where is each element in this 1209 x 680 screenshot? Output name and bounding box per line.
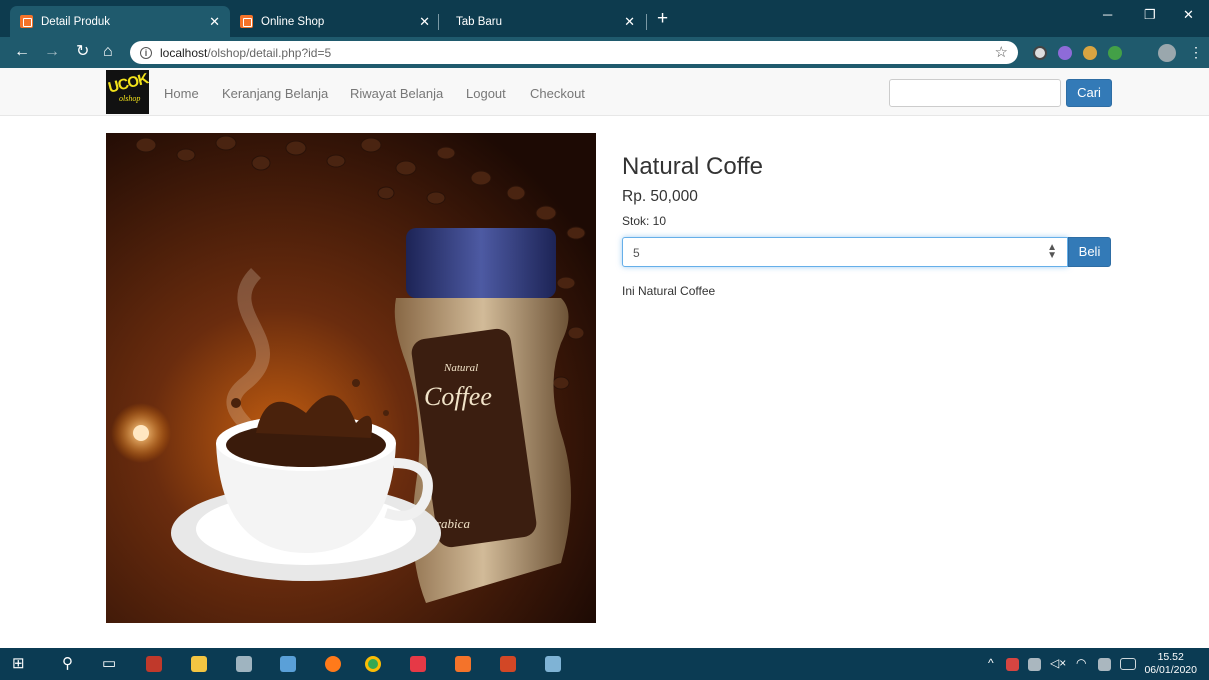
restore-icon[interactable]: ❐ [1144,7,1156,23]
tab-detail-produk[interactable]: Detail Produk ✕ [10,6,230,37]
nav-riwayat-belanja[interactable]: Riwayat Belanja [350,86,443,101]
tab-divider [646,14,647,30]
tab-tab-baru[interactable]: Tab Baru ✕ [440,6,645,37]
bookmark-star-icon[interactable]: ☆ [995,43,1008,61]
task-view-icon[interactable]: ▭ [102,654,116,672]
extension-icon[interactable] [1058,46,1072,60]
product-image: Natural Coffee rabica [106,133,596,623]
tab-title: Online Shop [261,15,325,28]
reload-icon[interactable]: ↻ [76,42,89,62]
app-icon[interactable] [545,656,561,672]
back-icon[interactable]: ← [14,42,30,62]
product-description: Ini Natural Coffee [622,284,716,298]
product-stock: Stok: 10 [622,214,667,228]
app-icon[interactable] [280,656,296,672]
url-host: localhost [160,45,208,60]
tray-app-icon[interactable] [1006,658,1019,671]
firefox-icon[interactable] [325,656,341,672]
buy-button[interactable]: Beli [1068,237,1111,267]
xampp-icon[interactable] [455,656,471,672]
powerpoint-icon[interactable] [500,656,516,672]
app-icon[interactable] [146,656,162,672]
url-path: /olshop/detail.php?id=5 [207,45,332,60]
nav-checkout[interactable]: Checkout [530,86,585,101]
product-title: Natural Coffe [622,153,763,180]
jar-label-top: Natural [443,362,478,374]
new-tab-icon[interactable]: + [657,9,668,29]
spinner-arrows-icon[interactable]: ▲ ▼ [1047,243,1057,261]
extension-icon[interactable] [1108,46,1122,60]
site-navbar: UCOK olshop Home Keranjang Belanja Riway… [0,68,1209,116]
tab-online-shop[interactable]: Online Shop ✕ [230,6,440,37]
close-tab-icon[interactable]: ✕ [624,14,635,30]
site-info-icon[interactable]: i [140,46,152,59]
clock-date: 06/01/2020 [1144,664,1197,676]
browser-toolbar: ← → ↻ ⌂ i localhost/olshop/detail.php?id… [0,37,1209,68]
address-bar[interactable]: i localhost/olshop/detail.php?id=5 ☆ [130,41,1018,64]
menu-kebab-icon[interactable]: ⋮ [1189,42,1203,62]
jar-label-bottom: rabica [436,516,470,531]
close-tab-icon[interactable]: ✕ [209,14,220,30]
search-button[interactable]: Cari [1066,79,1112,107]
profile-avatar-icon[interactable] [1158,44,1176,62]
tab-divider [438,14,439,30]
product-price: Rp. 50,000 [622,188,698,205]
battery-icon[interactable] [1028,658,1041,671]
extension-icon[interactable] [1033,46,1047,60]
wifi-icon[interactable]: ◠ [1076,656,1086,670]
tab-title: Tab Baru [456,15,503,28]
logo-subtext: olshop [119,94,141,103]
volume-muted-icon[interactable]: ◁× [1050,656,1066,670]
close-window-icon[interactable]: ✕ [1183,7,1194,23]
browser-tab-strip: Detail Produk ✕ Online Shop ✕ Tab Baru ✕… [0,0,1209,37]
xampp-favicon-icon [240,15,253,28]
search-input[interactable] [889,79,1061,107]
quantity-input[interactable]: 5 ▲ ▼ [622,237,1068,267]
system-clock[interactable]: 15.52 06/01/2020 [1144,651,1197,677]
app-icon[interactable] [410,656,426,672]
clock-time: 15.52 [1157,651,1184,663]
file-explorer-icon[interactable] [191,656,207,672]
site-logo[interactable]: UCOK olshop [106,70,149,114]
nav-keranjang-belanja[interactable]: Keranjang Belanja [222,86,328,101]
tab-title: Detail Produk [41,15,111,28]
close-tab-icon[interactable]: ✕ [419,14,430,30]
jar-label-main: Coffee [424,382,492,411]
chrome-icon[interactable] [365,656,381,672]
notification-icon[interactable] [1098,658,1111,671]
home-icon[interactable]: ⌂ [103,42,113,62]
logo-text: UCOK [106,70,149,97]
windows-taskbar: ⊞ ⚲ ▭ ^ ◁× ◠ 15.52 06/01/2020 [0,648,1209,680]
xampp-favicon-icon [20,15,33,28]
tray-chevron-icon[interactable]: ^ [988,656,994,670]
nav-logout[interactable]: Logout [466,86,506,101]
quantity-value: 5 [633,246,640,260]
forward-icon[interactable]: → [44,42,60,62]
minimize-icon[interactable]: ─ [1103,7,1112,22]
keyboard-icon[interactable] [1120,658,1136,670]
nav-home[interactable]: Home [164,86,199,101]
extension-icon[interactable] [1083,46,1097,60]
search-icon[interactable]: ⚲ [62,654,73,672]
windows-start-icon[interactable]: ⊞ [12,654,25,672]
app-icon[interactable] [236,656,252,672]
